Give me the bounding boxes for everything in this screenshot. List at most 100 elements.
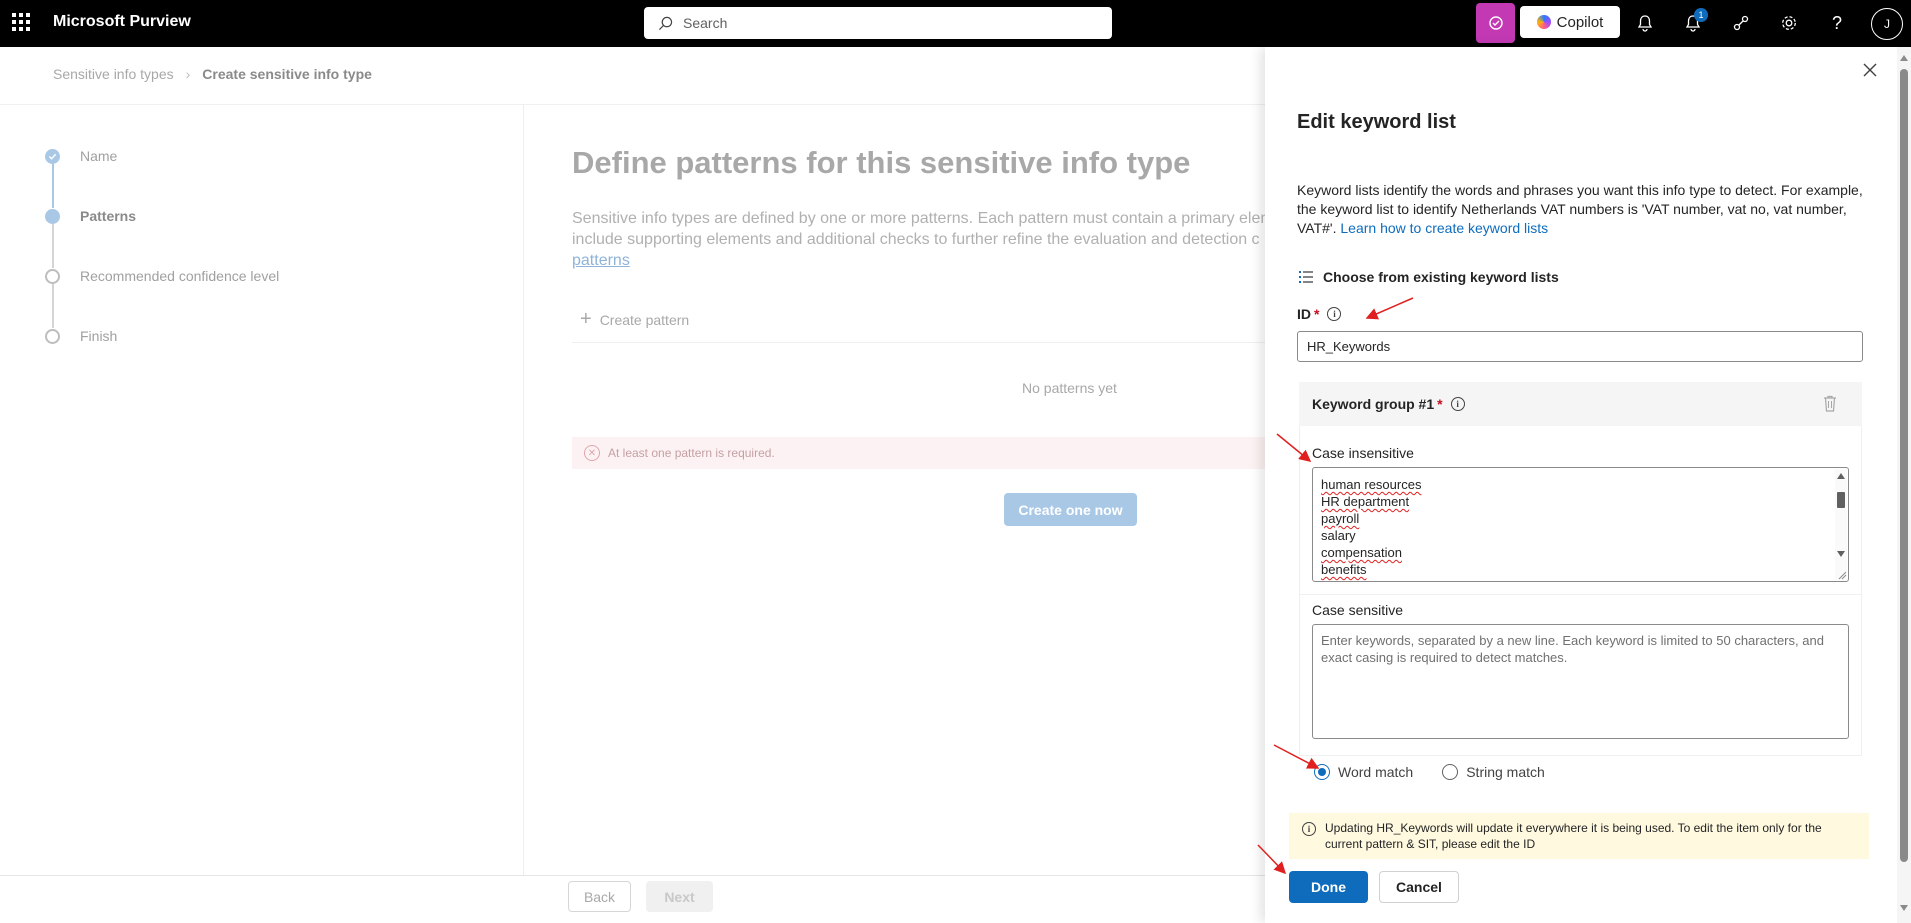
checkmark-icon: [45, 148, 60, 164]
scroll-up-icon[interactable]: [1837, 473, 1845, 479]
create-one-now-button[interactable]: Create one now: [1004, 493, 1137, 526]
keyword-line: compensation: [1321, 545, 1402, 560]
app-launcher-icon[interactable]: [12, 13, 30, 31]
scroll-thumb[interactable]: [1900, 69, 1908, 862]
cancel-button[interactable]: Cancel: [1379, 871, 1459, 903]
wizard-step-name[interactable]: Name: [45, 148, 117, 164]
connection-icon[interactable]: [1729, 11, 1753, 35]
scroll-down-icon[interactable]: [1900, 905, 1908, 911]
done-button[interactable]: Done: [1289, 871, 1368, 903]
keyword-group-label: Keyword group #1: [1312, 396, 1435, 412]
trash-icon[interactable]: [1823, 395, 1837, 412]
page-description: Sensitive info types are defined by one …: [572, 208, 1272, 271]
step-pending-dot-icon: [45, 268, 60, 284]
page-description-line: Sensitive info types are defined by one …: [572, 210, 1272, 227]
breadcrumb-item-current: Create sensitive info type: [202, 66, 372, 82]
search-box[interactable]: Search: [644, 7, 1112, 39]
top-bar: Microsoft Purview Search Copilot 1 ? J: [0, 0, 1911, 47]
info-icon[interactable]: i: [1450, 397, 1465, 411]
wizard-step-confidence[interactable]: Recommended confidence level: [45, 268, 279, 284]
info-icon[interactable]: i: [1327, 307, 1342, 321]
back-button[interactable]: Back: [568, 881, 631, 912]
close-icon[interactable]: [1860, 60, 1880, 80]
case-insensitive-label: Case insensitive: [1312, 445, 1414, 461]
error-text: At least one pattern is required.: [608, 446, 775, 460]
step-label: Name: [80, 148, 118, 164]
search-placeholder: Search: [683, 15, 728, 31]
copilot-button[interactable]: Copilot: [1520, 6, 1620, 38]
step-connector: [52, 283, 54, 328]
learn-keyword-lists-link[interactable]: Learn how to create keyword lists: [1340, 220, 1548, 236]
required-mark: *: [1437, 396, 1443, 412]
avatar[interactable]: J: [1871, 8, 1903, 40]
wizard-divider: [523, 105, 524, 875]
error-icon: ✕: [584, 445, 600, 461]
case-insensitive-keywords: human resources HR department payroll sa…: [1321, 476, 1421, 578]
keyword-line: benefits: [1321, 562, 1367, 577]
step-active-dot-icon: [45, 208, 60, 224]
empty-state-text: No patterns yet: [1022, 380, 1117, 396]
copilot-logo-icon: [1536, 15, 1551, 29]
create-pattern-button[interactable]: + Create pattern: [580, 308, 689, 331]
case-sensitive-label: Case sensitive: [1312, 602, 1404, 618]
case-insensitive-textarea[interactable]: human resources HR department payroll sa…: [1312, 467, 1849, 582]
step-connector: [52, 223, 54, 268]
keyword-line: HR department: [1321, 494, 1410, 509]
notification-badge: 1: [1694, 8, 1708, 22]
bell-icon[interactable]: [1633, 11, 1657, 35]
page-description-line: include supporting elements and addition…: [572, 231, 1260, 248]
word-match-radio[interactable]: [1314, 764, 1330, 780]
help-icon[interactable]: ?: [1825, 11, 1849, 35]
keyword-line: salary: [1321, 528, 1356, 543]
step-label: Recommended confidence level: [80, 268, 280, 284]
wizard-step-patterns[interactable]: Patterns: [45, 208, 136, 224]
string-match-label[interactable]: String match: [1466, 764, 1545, 780]
id-input[interactable]: HR_Keywords: [1297, 331, 1863, 362]
breadcrumb: Sensitive info types › Create sensitive …: [53, 66, 372, 82]
list-icon: [1299, 271, 1313, 283]
page-title: Define patterns for this sensitive info …: [572, 145, 1191, 180]
string-match-radio[interactable]: [1442, 764, 1459, 780]
keyword-line: human resources: [1321, 477, 1422, 492]
app-name[interactable]: Microsoft Purview: [53, 13, 191, 31]
choose-existing-keyword-lists-button[interactable]: Choose from existing keyword lists: [1298, 269, 1559, 285]
search-icon: [658, 16, 673, 30]
id-label: ID * i: [1297, 306, 1342, 322]
step-pending-dot-icon: [45, 328, 60, 344]
scroll-down-icon[interactable]: [1837, 551, 1845, 557]
next-button[interactable]: Next: [646, 881, 713, 912]
info-icon: i: [1302, 822, 1316, 836]
step-connector: [52, 163, 54, 208]
resize-handle-icon[interactable]: [1837, 570, 1847, 580]
id-label-text: ID: [1297, 306, 1311, 322]
footer-divider: [0, 875, 1265, 876]
error-message-bar: ✕ At least one pattern is required.: [572, 437, 1265, 469]
chevron-right-icon: ›: [185, 66, 191, 82]
keyword-line: payroll: [1321, 511, 1360, 526]
create-pattern-label: Create pattern: [599, 311, 690, 328]
warning-text: Updating HR_Keywords will update it ever…: [1325, 821, 1822, 851]
breadcrumb-item-sensitive-info-types[interactable]: Sensitive info types: [53, 66, 174, 82]
warning-message-bar: i Updating HR_Keywords will update it ev…: [1289, 813, 1869, 859]
textarea-scrollbar[interactable]: [1835, 469, 1847, 580]
patterns-link[interactable]: patterns: [572, 252, 630, 269]
match-type-radio-group: Word match String match: [1314, 764, 1545, 780]
word-match-label[interactable]: Word match: [1338, 764, 1413, 780]
scroll-up-icon[interactable]: [1900, 55, 1908, 61]
scroll-thumb[interactable]: [1837, 492, 1845, 508]
panel-description: Keyword lists identify the words and phr…: [1297, 181, 1867, 238]
case-sensitive-textarea[interactable]: Enter keywords, separated by a new line.…: [1312, 624, 1849, 739]
copilot-label: Copilot: [1556, 13, 1604, 31]
plus-icon: +: [580, 308, 592, 330]
panel-title: Edit keyword list: [1297, 111, 1456, 133]
step-label: Patterns: [80, 208, 137, 224]
case-sensitive-placeholder: Enter keywords, separated by a new line.…: [1321, 633, 1824, 665]
panel-scrollbar[interactable]: [1897, 47, 1911, 923]
step-label: Finish: [80, 328, 118, 344]
wizard-step-finish[interactable]: Finish: [45, 328, 117, 344]
copilot-agent-button[interactable]: [1476, 3, 1515, 43]
gear-icon[interactable]: [1777, 11, 1801, 35]
keyword-group-title: Keyword group #1 * i: [1312, 396, 1465, 412]
choose-existing-label: Choose from existing keyword lists: [1323, 269, 1559, 285]
required-mark: *: [1314, 306, 1320, 322]
